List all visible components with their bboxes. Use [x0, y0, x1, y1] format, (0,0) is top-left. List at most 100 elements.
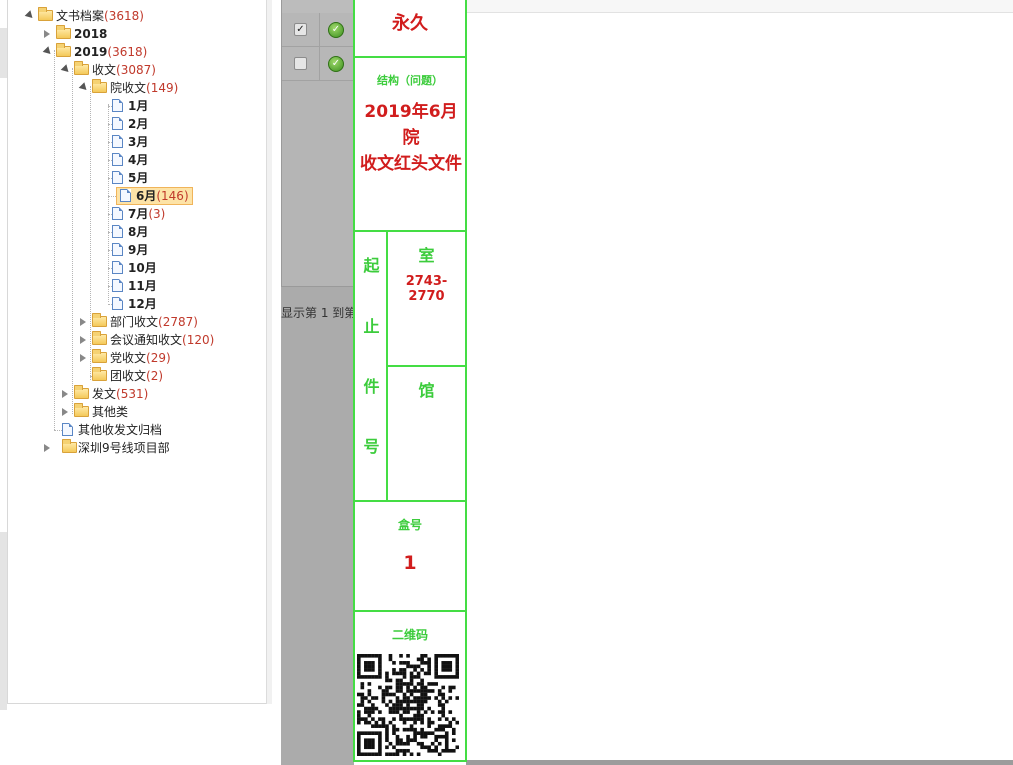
tree-node-label: 部门收文: [110, 315, 159, 329]
preview-area: [466, 0, 1013, 765]
hall-range-cell: 馆: [388, 367, 465, 500]
collapse-arrow-icon[interactable]: [44, 30, 50, 38]
collapse-arrow-icon[interactable]: [44, 444, 50, 452]
expand-arrow-icon[interactable]: [60, 64, 72, 75]
tree-node-label: 发文: [92, 387, 117, 401]
tree-node-month[interactable]: 11月: [108, 277, 258, 295]
folder-icon: [92, 349, 107, 363]
document-icon: [120, 189, 131, 202]
tree-guide-line: [72, 68, 73, 414]
tree-node-count: (3): [148, 207, 166, 221]
folder-open-icon: [74, 61, 89, 75]
row-checkbox[interactable]: ✓: [294, 23, 307, 36]
tree-node-month[interactable]: 1月: [108, 97, 258, 115]
tree-node-month[interactable]: 7月(3): [108, 205, 258, 223]
tree-node-month[interactable]: 4月: [108, 151, 258, 169]
table-row[interactable]: ✓: [282, 47, 355, 81]
collapse-arrow-icon[interactable]: [62, 390, 68, 398]
tree-node-count: (3618): [104, 9, 144, 23]
tree-node-receive[interactable]: 收文(3087): [60, 61, 240, 79]
tree-node-label: 10月: [128, 261, 157, 275]
tree-node-count: (2787): [158, 315, 198, 329]
folder-icon: [92, 313, 107, 327]
tree-node-project[interactable]: 深圳9号线项目部: [42, 439, 242, 457]
tree-node-count: (3087): [116, 63, 156, 77]
tree-node-month[interactable]: 12月: [108, 295, 258, 313]
tree-node-count: (531): [116, 387, 149, 401]
document-icon: [112, 171, 123, 184]
tree-node-label: 2018: [74, 27, 108, 41]
expand-arrow-icon[interactable]: [78, 82, 90, 93]
tree-node-count: (29): [146, 351, 171, 365]
tree-node-party-receive[interactable]: 党收文(29): [78, 349, 258, 367]
tree-node-label: 团收文: [110, 369, 147, 383]
collapse-arrow-icon[interactable]: [62, 408, 68, 416]
tree-node-meeting-receive[interactable]: 会议通知收文(120): [78, 331, 268, 349]
tree-node-2019[interactable]: 2019(3618): [42, 43, 222, 61]
tree-node-label: 2月: [128, 117, 149, 131]
tree-node-month[interactable]: 2月: [108, 115, 258, 133]
tree-node-other[interactable]: 其他类: [60, 403, 240, 421]
collapse-arrow-icon[interactable]: [80, 354, 86, 362]
tree-node-label: 1月: [128, 99, 149, 113]
qr-code-section: 二维码: [355, 612, 465, 762]
archive-tree-panel: 文书档案(3618) 2018 2019(3618) 收文(3087) 院收文(…: [7, 0, 272, 704]
grid-header: [282, 0, 355, 13]
tree-node-month[interactable]: 8月: [108, 223, 258, 241]
tree-node-2018[interactable]: 2018: [42, 25, 222, 43]
tree-node-label: 12月: [128, 297, 157, 311]
expand-arrow-icon[interactable]: [42, 46, 54, 57]
collapse-arrow-icon[interactable]: [80, 318, 86, 326]
item-range-section: 起 止 件 号 室 2743-2770 馆: [355, 232, 465, 502]
box-number-header: 盒号: [397, 518, 422, 532]
tree-node-month[interactable]: 9月: [108, 241, 258, 259]
collapse-arrow-icon[interactable]: [80, 336, 86, 344]
tree-node-dept-receive[interactable]: 部门收文(2787): [78, 313, 258, 331]
tree-node-label: 8月: [128, 225, 149, 239]
expand-arrow-icon[interactable]: [24, 10, 36, 21]
document-icon: [112, 261, 123, 274]
tree-node-label: 收文: [92, 63, 117, 77]
folder-icon: [92, 367, 107, 381]
folder-open-icon: [56, 43, 71, 57]
data-grid: ✓ ✓ ✓: [281, 0, 355, 287]
tree-node-label: 其他收发文归档: [78, 423, 163, 437]
title-line-1: 2019年6月院: [364, 102, 458, 148]
tree-node-count: (146): [156, 189, 189, 203]
folder-icon: [74, 403, 89, 417]
tree-node-other-archive[interactable]: 其他收发文归档: [42, 421, 232, 439]
document-icon: [112, 243, 123, 256]
tree-node-send[interactable]: 发文(531): [60, 385, 240, 403]
folder-icon: [56, 25, 71, 39]
tree-node-league-receive[interactable]: 团收文(2): [78, 367, 258, 385]
preview-toolbar: [466, 0, 1013, 13]
folder-icon: [92, 331, 107, 345]
data-grid-overlay: ✓ ✓ ✓: [281, 0, 355, 765]
tree-node-month-selected[interactable]: 6月(146): [108, 187, 258, 205]
range-char: 起: [363, 256, 380, 275]
tree-node-month[interactable]: 10月: [108, 259, 258, 277]
box-number-section: 盒号 1: [355, 502, 465, 612]
pager-info: 显示第 1 到第: [281, 306, 354, 320]
check-circle-icon: ✓: [328, 22, 344, 38]
tree-node-label: 其他类: [92, 405, 129, 419]
table-row[interactable]: ✓ ✓: [282, 13, 355, 47]
tree-node-root[interactable]: 文书档案(3618): [24, 7, 224, 25]
tree-node-month[interactable]: 5月: [108, 169, 258, 187]
row-checkbox[interactable]: [294, 57, 307, 70]
document-icon: [112, 153, 123, 166]
tree-node-label: 2019: [74, 45, 108, 59]
qr-code-header: 二维码: [391, 628, 428, 642]
tree-node-label: 文书档案: [56, 9, 105, 23]
room-header: 室: [418, 246, 435, 265]
title-header: 结构（问题）: [377, 74, 443, 87]
document-icon: [112, 117, 123, 130]
tree-node-label: 院收文: [110, 81, 147, 95]
tree-node-month[interactable]: 3月: [108, 133, 258, 151]
item-range-header: 起 止 件 号: [355, 232, 388, 500]
tree-node-count: (120): [182, 333, 215, 347]
document-icon: [112, 279, 123, 292]
tree-node-inst-receive[interactable]: 院收文(149): [78, 79, 248, 97]
folder-open-icon: [92, 79, 107, 93]
room-range-cell: 室 2743-2770: [388, 232, 465, 367]
